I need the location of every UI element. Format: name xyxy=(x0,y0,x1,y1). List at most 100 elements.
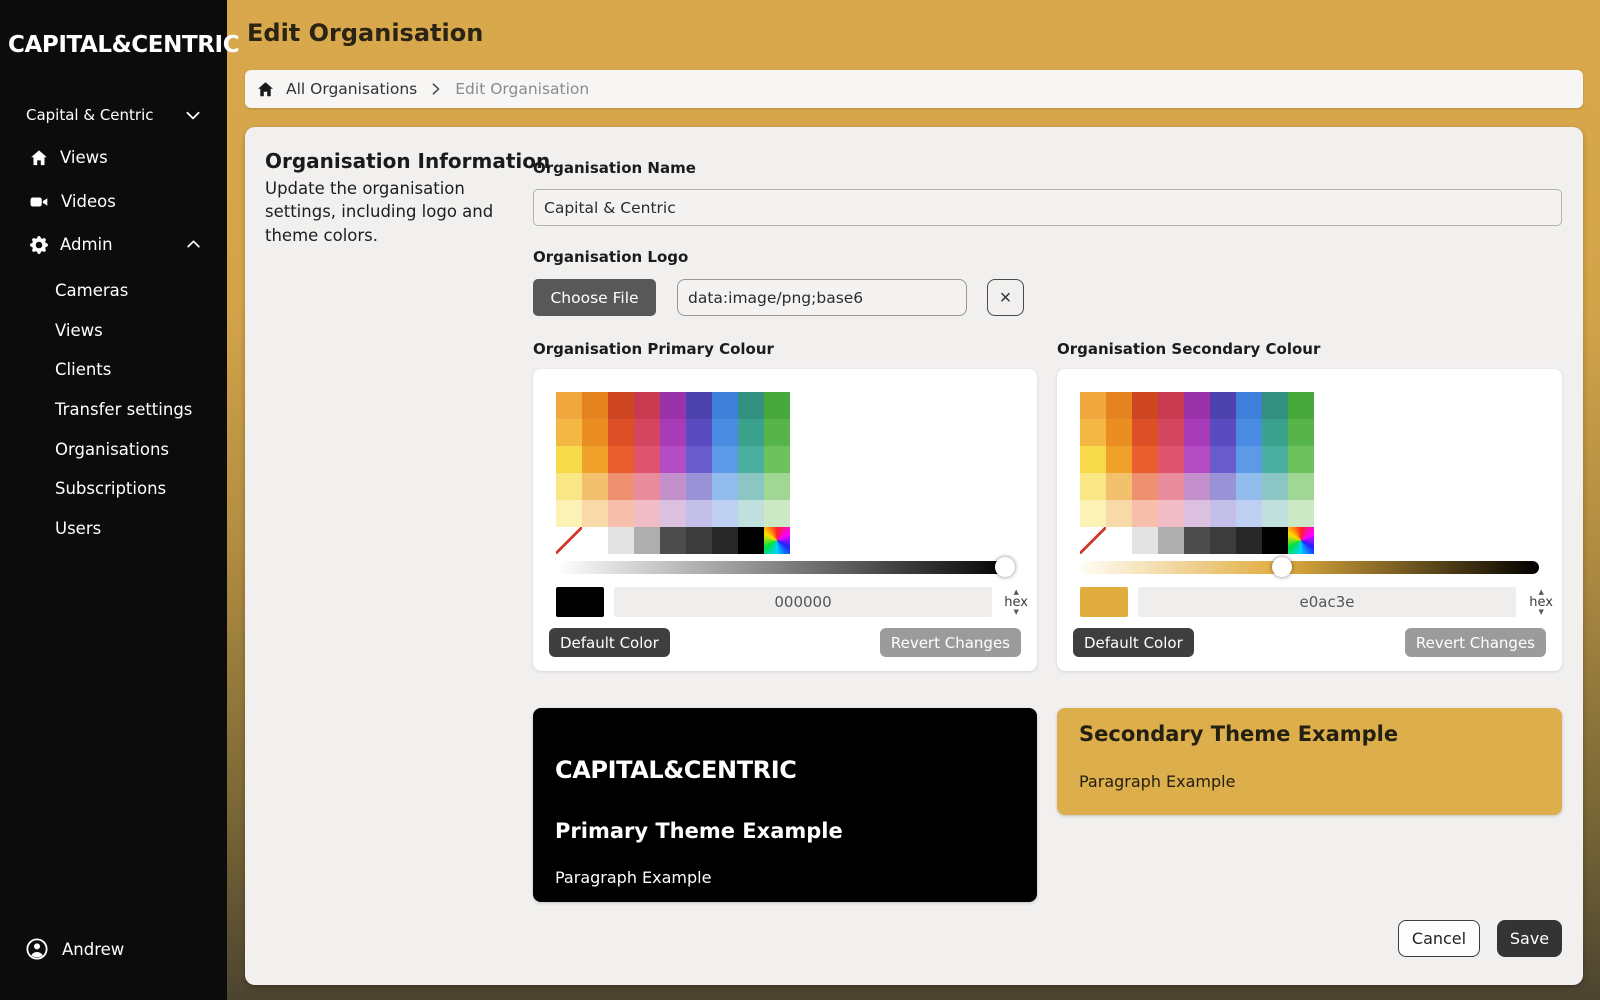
palette-swatch[interactable] xyxy=(556,473,582,500)
palette-swatch[interactable] xyxy=(556,500,582,527)
primary-lightness-slider[interactable] xyxy=(556,561,1014,574)
palette-swatch[interactable] xyxy=(1210,392,1236,419)
palette-swatch[interactable] xyxy=(1106,500,1132,527)
palette-swatch[interactable] xyxy=(1184,473,1210,500)
palette-swatch[interactable] xyxy=(1132,419,1158,446)
primary-hex-unit-spinner[interactable]: ▲ hex ▼ xyxy=(1004,587,1028,617)
palette-swatch[interactable] xyxy=(686,392,712,419)
rainbow-wheel-swatch[interactable] xyxy=(764,527,790,554)
palette-swatch[interactable] xyxy=(1080,392,1106,419)
palette-swatch[interactable] xyxy=(1236,392,1262,419)
palette-swatch[interactable] xyxy=(1210,473,1236,500)
palette-swatch[interactable] xyxy=(1158,473,1184,500)
palette-swatch[interactable] xyxy=(634,419,660,446)
palette-swatch[interactable] xyxy=(1158,392,1184,419)
palette-swatch[interactable] xyxy=(686,446,712,473)
primary-default-color-button[interactable]: Default Color xyxy=(549,628,670,657)
secondary-lightness-slider[interactable] xyxy=(1080,561,1539,574)
palette-swatch[interactable] xyxy=(738,392,764,419)
palette-swatch[interactable] xyxy=(712,446,738,473)
palette-swatch[interactable] xyxy=(1262,500,1288,527)
palette-swatch[interactable] xyxy=(608,473,634,500)
secondary-slider-knob[interactable] xyxy=(1272,557,1292,577)
palette-swatch[interactable] xyxy=(582,527,608,554)
palette-swatch[interactable] xyxy=(1210,527,1236,554)
palette-swatch[interactable] xyxy=(1288,500,1314,527)
sidebar-item-videos[interactable]: Videos xyxy=(30,192,202,211)
palette-swatch[interactable] xyxy=(1288,419,1314,446)
palette-swatch[interactable] xyxy=(764,419,790,446)
organisation-selector[interactable]: Capital & Centric xyxy=(26,106,202,124)
palette-swatch[interactable] xyxy=(738,500,764,527)
palette-swatch[interactable] xyxy=(608,527,634,554)
palette-swatch[interactable] xyxy=(582,392,608,419)
palette-swatch[interactable] xyxy=(1288,473,1314,500)
palette-swatch[interactable] xyxy=(1236,473,1262,500)
palette-swatch[interactable] xyxy=(1210,446,1236,473)
palette-swatch[interactable] xyxy=(1184,419,1210,446)
palette-swatch[interactable] xyxy=(556,446,582,473)
sidebar-item-views[interactable]: Views xyxy=(30,148,202,167)
home-icon[interactable] xyxy=(257,81,274,98)
sidebar-subitem-cameras[interactable]: Cameras xyxy=(55,271,215,311)
sidebar-subitem-subscriptions[interactable]: Subscriptions xyxy=(55,469,215,509)
palette-swatch[interactable] xyxy=(686,419,712,446)
palette-swatch[interactable] xyxy=(1262,446,1288,473)
secondary-hex-unit-spinner[interactable]: ▲ hex ▼ xyxy=(1529,587,1553,617)
palette-swatch[interactable] xyxy=(556,419,582,446)
choose-file-button[interactable]: Choose File xyxy=(533,279,656,316)
palette-swatch[interactable] xyxy=(1210,419,1236,446)
palette-swatch[interactable] xyxy=(1236,500,1262,527)
palette-swatch[interactable] xyxy=(686,500,712,527)
sidebar-item-admin[interactable]: Admin xyxy=(30,235,202,254)
breadcrumb-all-organisations[interactable]: All Organisations xyxy=(286,80,417,98)
palette-swatch[interactable] xyxy=(738,419,764,446)
palette-swatch[interactable] xyxy=(660,500,686,527)
palette-swatch[interactable] xyxy=(712,527,738,554)
sidebar-subitem-views[interactable]: Views xyxy=(55,311,215,351)
save-button[interactable]: Save xyxy=(1497,920,1562,957)
palette-swatch[interactable] xyxy=(634,500,660,527)
spinner-down-icon[interactable]: ▼ xyxy=(1013,609,1018,616)
clear-logo-button[interactable]: × xyxy=(987,279,1024,316)
primary-hex-input[interactable] xyxy=(614,587,992,617)
palette-swatch[interactable] xyxy=(608,446,634,473)
palette-swatch[interactable] xyxy=(738,527,764,554)
palette-swatch[interactable] xyxy=(582,473,608,500)
palette-swatch[interactable] xyxy=(634,527,660,554)
user-menu[interactable]: Andrew xyxy=(26,938,124,960)
palette-swatch[interactable] xyxy=(764,500,790,527)
sidebar-subitem-users[interactable]: Users xyxy=(55,509,215,549)
sidebar-subitem-clients[interactable]: Clients xyxy=(55,350,215,390)
secondary-default-color-button[interactable]: Default Color xyxy=(1073,628,1194,657)
organisation-name-input[interactable] xyxy=(533,189,1562,226)
palette-swatch[interactable] xyxy=(1158,419,1184,446)
palette-swatch[interactable] xyxy=(1080,446,1106,473)
palette-swatch[interactable] xyxy=(1262,419,1288,446)
palette-swatch[interactable] xyxy=(712,500,738,527)
logo-file-value-input[interactable] xyxy=(677,279,967,316)
palette-swatch[interactable] xyxy=(1262,392,1288,419)
palette-swatch[interactable] xyxy=(1106,419,1132,446)
palette-swatch[interactable] xyxy=(660,446,686,473)
palette-swatch[interactable] xyxy=(712,392,738,419)
palette-swatch[interactable] xyxy=(634,446,660,473)
palette-swatch[interactable] xyxy=(1288,446,1314,473)
palette-swatch[interactable] xyxy=(634,392,660,419)
palette-swatch[interactable] xyxy=(1132,446,1158,473)
transparent-swatch[interactable] xyxy=(556,527,582,554)
palette-swatch[interactable] xyxy=(738,473,764,500)
palette-swatch[interactable] xyxy=(1184,392,1210,419)
palette-swatch[interactable] xyxy=(1236,446,1262,473)
palette-swatch[interactable] xyxy=(1158,446,1184,473)
palette-swatch[interactable] xyxy=(660,527,686,554)
palette-swatch[interactable] xyxy=(660,392,686,419)
palette-swatch[interactable] xyxy=(608,419,634,446)
spinner-down-icon[interactable]: ▼ xyxy=(1538,609,1543,616)
primary-slider-knob[interactable] xyxy=(995,557,1015,577)
palette-swatch[interactable] xyxy=(686,527,712,554)
palette-swatch[interactable] xyxy=(1210,500,1236,527)
primary-revert-changes-button[interactable]: Revert Changes xyxy=(880,628,1021,657)
cancel-button[interactable]: Cancel xyxy=(1398,920,1480,957)
palette-swatch[interactable] xyxy=(712,419,738,446)
